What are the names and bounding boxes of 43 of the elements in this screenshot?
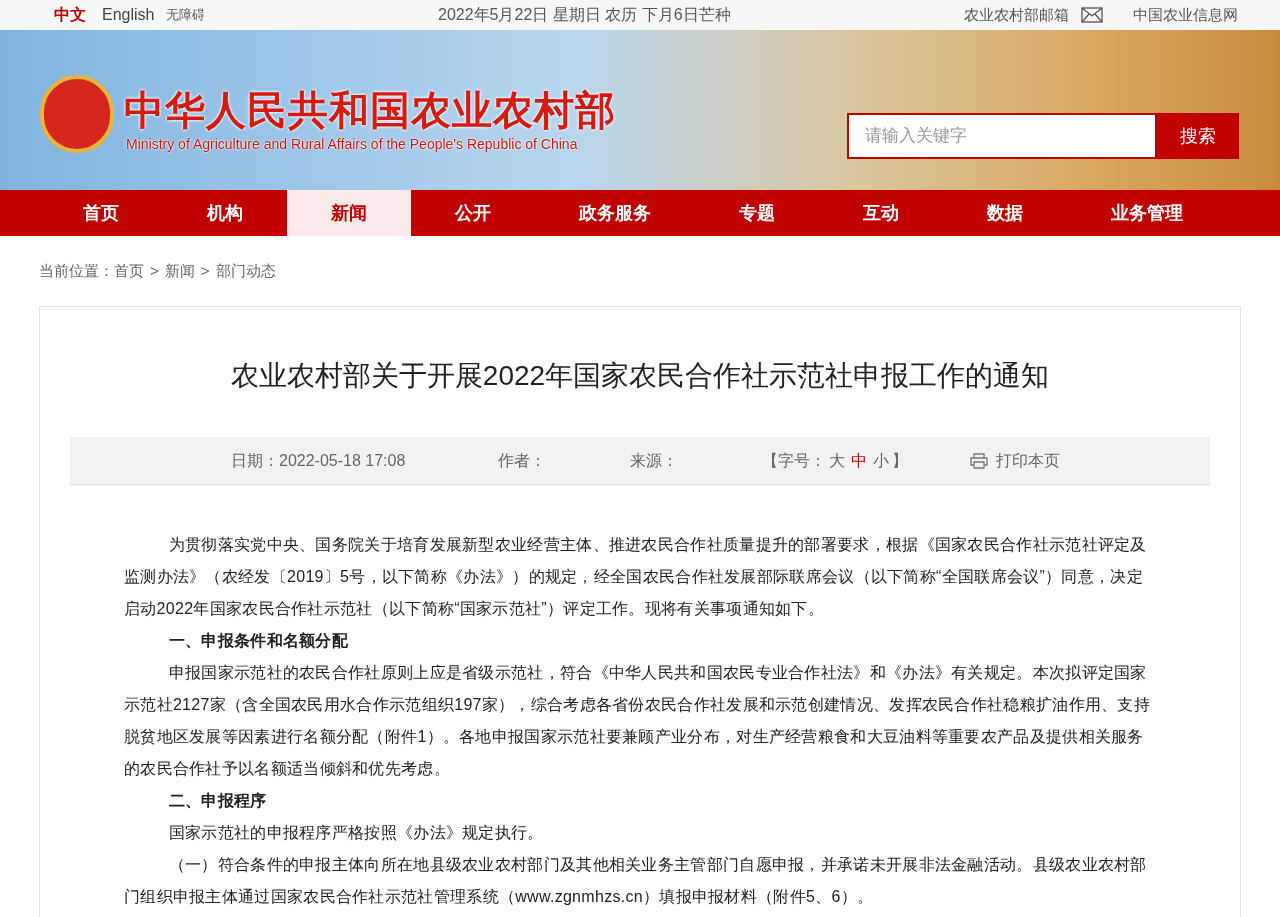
- breadcrumb-link[interactable]: 部门动态: [215, 259, 276, 283]
- search-button[interactable]: 搜索: [1157, 113, 1239, 159]
- font-size-option[interactable]: 中: [851, 448, 867, 473]
- search-field[interactable]: 请输入关键字: [847, 113, 1157, 159]
- site-subtitle: Ministry of Agriculture and Rural Affairs of the People's Republic of China: [126, 135, 578, 154]
- language-link[interactable]: 中文: [54, 3, 86, 27]
- breadcrumb-separator: >: [200, 260, 210, 281]
- info-network-link[interactable]: 中国农业信息网: [1133, 3, 1238, 27]
- breadcrumb-separator: >: [150, 260, 159, 281]
- mail-icon[interactable]: [1081, 7, 1103, 23]
- site-title: 中华人民共和国农业农村部: [124, 87, 616, 134]
- font-size-option[interactable]: 小: [873, 448, 889, 473]
- accessibility-link[interactable]: 无障碍: [166, 5, 206, 25]
- paragraph: 国家示范社的申报程序严格按照《办法》规定执行。: [167, 823, 545, 843]
- nav-tab[interactable]: 公开: [411, 190, 535, 236]
- language-link[interactable]: English: [102, 3, 155, 27]
- nav-tab[interactable]: 政务服务: [535, 190, 695, 236]
- breadcrumb-link[interactable]: 新闻: [164, 259, 195, 283]
- author-text: 作者：: [498, 450, 546, 471]
- paragraph: 为贯彻落实党中央、国务院关于培育发展新型农业经营主体、推进农民合作社质量提升的部署要求，根据《国家农民合作社示范社评定及监测办法》（农经发〔2019〕5号，以下简称《办法》）的规定，经全国农民合作社发展部际联席会议（以下简称“全国联席会议”）同意，决定启动2022年国家农民合作社示范社（以下简称“国家示范社”）评定工作。现将有关事项通知如下。: [124, 535, 1148, 619]
- nav-tab[interactable]: 机构: [163, 190, 287, 236]
- breadcrumb-label: 当前位置：: [39, 260, 114, 281]
- date-text: 日期：2022-05-18 17:08: [231, 450, 406, 471]
- nav-tab[interactable]: 专题: [695, 190, 819, 236]
- breadcrumb-link[interactable]: 首页: [114, 259, 144, 283]
- font-size-option[interactable]: 大: [829, 448, 845, 473]
- nav-tab[interactable]: 业务管理: [1067, 190, 1227, 236]
- nav-tab[interactable]: 首页: [39, 190, 163, 236]
- font-size-bracket: 】: [892, 450, 908, 471]
- section-heading: 二、申报程序: [167, 791, 268, 811]
- date-text: 2022年5月22日 星期日 农历 下月6日芒种: [438, 5, 731, 25]
- article-title: 农业农村部关于开展2022年国家农民合作社示范社申报工作的通知: [229, 359, 1051, 393]
- print-link[interactable]: 打印本页: [996, 448, 1060, 473]
- paragraph: （一）符合条件的申报主体向所在地县级农业农村部门及其他相关业务主管部门自愿申报，并承诺未开展非法金融活动。县级农业农村部门组织申报主体通过国家农民合作社示范社管理系统（www.zgnmhzs.cn）填报申报材料（附件5、6）。: [124, 855, 1148, 907]
- font-size-label: 【字号：: [762, 450, 826, 471]
- nav-tab[interactable]: 新闻: [287, 190, 411, 236]
- print-icon[interactable]: [970, 452, 988, 469]
- mailbox-link[interactable]: 农业农村部邮箱: [964, 3, 1069, 27]
- nav-tab[interactable]: 数据: [943, 190, 1067, 236]
- paragraph: 申报国家示范社的农民合作社原则上应是省级示范社，符合《中华人民共和国农民专业合作社法》和《办法》有关规定。本次拟评定国家示范社2127家（含全国农民用水合作示范组织197家），综合考虑各省份农民合作社发展和示范创建情况、发挥农民合作社稳粮扩油作用、支持脱贫地区发展等因素进行名额分配（附件1）。各地申报国家示范社要兼顾产业分布，对生产经营粮食和大豆油料等重要农产品及提供相关服务的农民合作社予以名额适当倾斜和优先考虑。: [124, 663, 1152, 779]
- source-text: 来源：: [630, 450, 678, 471]
- nav-tab[interactable]: 互动: [819, 190, 943, 236]
- section-heading: 一、申报条件和名额分配: [167, 631, 350, 651]
